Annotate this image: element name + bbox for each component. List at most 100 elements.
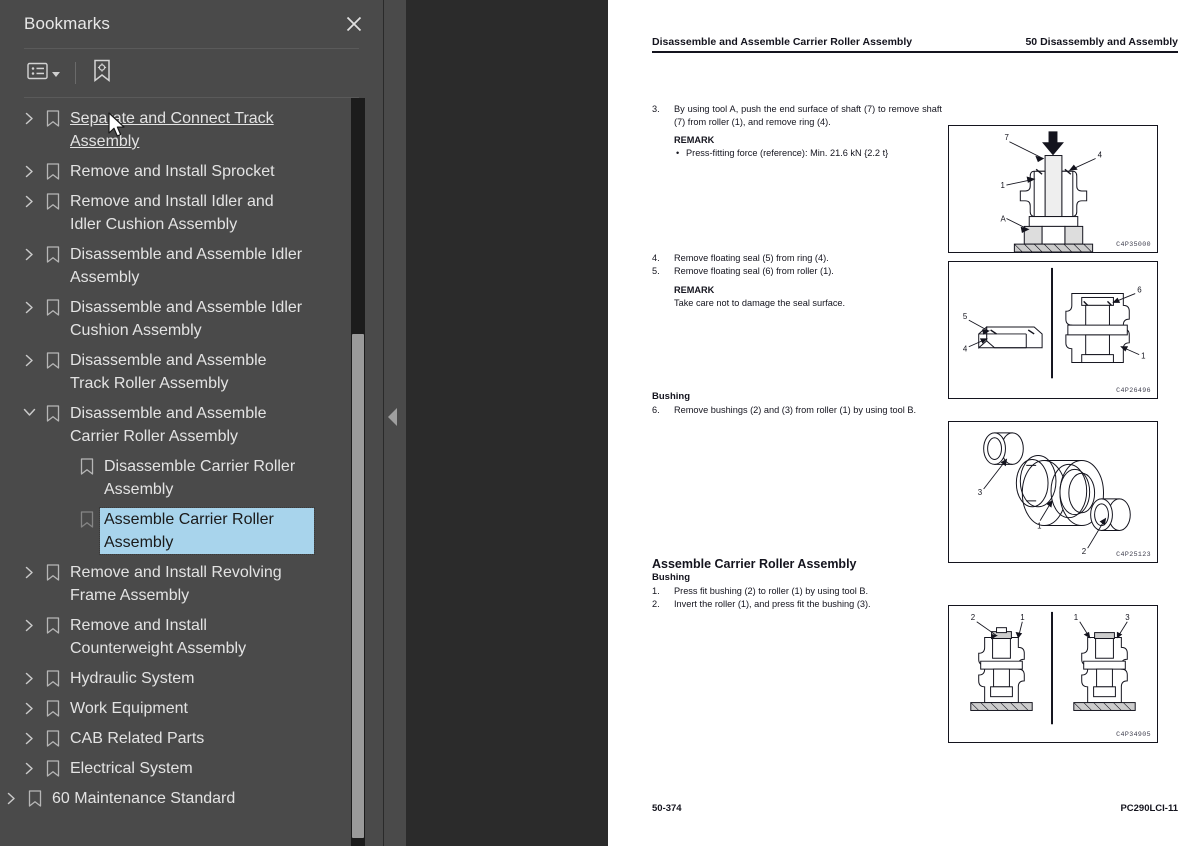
bookmark-item[interactable]: Disassemble and Assemble Carrier Roller …	[0, 399, 353, 452]
bushing-heading: Bushing	[652, 391, 690, 402]
figure-code: C4P34905	[1116, 731, 1151, 738]
bookmark-icon	[22, 787, 48, 807]
svg-text:3: 3	[978, 488, 983, 497]
bookmarks-scrollbar-thumb[interactable]	[352, 334, 364, 838]
chevron-right-icon[interactable]	[18, 296, 40, 314]
bookmark-icon	[40, 349, 66, 369]
svg-text:6: 6	[1137, 286, 1142, 295]
step-number: 2.	[652, 599, 660, 609]
bookmark-label: Disassemble Carrier Roller Assembly	[104, 458, 296, 498]
bookmark-icon	[40, 160, 66, 180]
chevron-right-icon[interactable]	[18, 697, 40, 715]
bookmark-item[interactable]: Separate and Connect Track Assembly	[0, 104, 353, 157]
close-icon[interactable]	[341, 11, 367, 37]
twisty-placeholder	[52, 455, 74, 460]
bookmark-item[interactable]: CAB Related Parts	[0, 724, 353, 754]
bookmark-item[interactable]: Remove and Install Counterweight Assembl…	[0, 611, 353, 664]
bookmark-item[interactable]: Disassemble and Assemble Idler Assembly	[0, 240, 353, 293]
remark-heading: REMARK	[674, 284, 715, 295]
chevron-right-icon[interactable]	[0, 787, 22, 805]
list-options-icon	[27, 61, 49, 86]
bookmark-icon	[40, 727, 66, 747]
twisty-placeholder	[52, 508, 74, 513]
step-number: 5.	[652, 266, 660, 276]
bookmark-icon	[40, 296, 66, 316]
header-left-text: Disassemble and Assemble Carrier Roller …	[652, 36, 913, 48]
step-item: 1. Press fit bushing (2) to roller (1) b…	[652, 585, 942, 598]
bookmark-settings-icon	[91, 59, 113, 88]
bookmark-item[interactable]: Work Equipment	[0, 694, 353, 724]
bookmark-icon	[40, 614, 66, 634]
chevron-right-icon[interactable]	[18, 349, 40, 367]
step-text: Invert the roller (1), and press fit the…	[674, 599, 871, 609]
bookmark-icon	[40, 243, 66, 263]
chevron-down-icon[interactable]	[18, 402, 40, 418]
bookmark-item[interactable]: Assemble Carrier Roller Assembly	[0, 505, 353, 558]
svg-text:1: 1	[1020, 613, 1024, 622]
step-item: 5. Remove floating seal (6) from roller …	[652, 265, 942, 278]
svg-text:4: 4	[963, 345, 968, 354]
bookmark-item[interactable]: Disassemble and Assemble Track Roller As…	[0, 346, 353, 399]
figure-roller-bushings: 3 1 2 C4P25123	[948, 421, 1158, 563]
chevron-right-icon[interactable]	[18, 107, 40, 125]
remark-heading: REMARK	[674, 135, 715, 145]
bookmark-icon	[40, 190, 66, 210]
remark-bullet: Press-fitting force (reference): Min. 21…	[676, 147, 942, 160]
list-options-button[interactable]	[24, 57, 63, 90]
chevron-right-icon[interactable]	[18, 160, 40, 178]
caret-left-icon[interactable]	[388, 408, 397, 426]
bookmark-item[interactable]: Disassemble Carrier Roller Assembly	[0, 452, 353, 505]
svg-text:3: 3	[1125, 613, 1130, 622]
bookmark-icon	[40, 757, 66, 777]
step-text: By using tool A, push the end surface of…	[674, 104, 942, 127]
bookmarks-tree-container: Separate and Connect Track Assembly Remov…	[0, 98, 383, 846]
step-number: 3.	[652, 104, 660, 114]
bookmark-item[interactable]: Remove and Install Sprocket	[0, 157, 353, 187]
svg-text:1: 1	[1141, 352, 1145, 361]
chevron-right-icon[interactable]	[18, 727, 40, 745]
bookmark-icon	[40, 107, 66, 127]
bookmark-icon	[40, 667, 66, 687]
bookmark-label: 60 Maintenance Standard	[52, 790, 236, 807]
chevron-right-icon[interactable]	[18, 614, 40, 632]
bookmark-item[interactable]: Remove and Install Idler and Idler Cushi…	[0, 187, 353, 240]
chevron-right-icon[interactable]	[18, 561, 40, 579]
bookmark-item[interactable]: Electrical System	[0, 754, 353, 784]
step-number: 4.	[652, 252, 660, 263]
bookmark-label: Disassemble and Assemble Track Roller As…	[70, 352, 267, 392]
page-running-header: Disassemble and Assemble Carrier Roller …	[652, 0, 1178, 53]
bookmark-item[interactable]: Hydraulic System	[0, 664, 353, 694]
bookmark-label: Electrical System	[70, 760, 193, 777]
page-body: 3. By using tool A, push the end surface…	[652, 53, 1178, 743]
svg-text:5: 5	[963, 312, 968, 321]
svg-text:1: 1	[1037, 521, 1041, 530]
step-item: 6. Remove bushings (2) and (3) from roll…	[652, 404, 942, 417]
chevron-right-icon[interactable]	[18, 757, 40, 775]
step-number: 6.	[652, 405, 660, 415]
bookmark-label: Disassemble and Assemble Idler Assembly	[70, 246, 303, 286]
bookmark-item[interactable]: Disassemble and Assemble Idler Cushion A…	[0, 293, 353, 346]
bookmark-label: Remove and Install Sprocket	[70, 163, 275, 180]
chevron-right-icon[interactable]	[18, 190, 40, 208]
viewer-gutter	[384, 0, 608, 846]
step-text: Remove bushings (2) and (3) from roller …	[674, 405, 917, 415]
bookmark-label: Remove and Install Revolving Frame Assem…	[70, 564, 282, 604]
header-right-text: 50 Disassembly and Assembly	[1025, 36, 1178, 48]
figure-floating-seals: 5 4 6 1 C4P26496	[948, 261, 1158, 399]
chevron-right-icon[interactable]	[18, 243, 40, 261]
bookmark-label: Disassemble and Assemble Idler Cushion A…	[70, 299, 303, 339]
bookmark-label: Disassemble and Assemble Carrier Roller …	[70, 405, 267, 445]
svg-text:2: 2	[971, 613, 975, 622]
bookmark-item[interactable]: Remove and Install Revolving Frame Assem…	[0, 558, 353, 611]
bookmarks-panel: Bookmarks Separate and Connect Track Ass…	[0, 0, 384, 846]
document-page: Disassemble and Assemble Carrier Roller …	[608, 0, 1200, 846]
pdf-viewer-window: Bookmarks Separate and Connect Track Ass…	[0, 0, 1200, 846]
step-text: Remove floating seal (5) from ring (4).	[674, 252, 829, 263]
remark-text: Take care not to damage the seal surface…	[674, 297, 846, 308]
bushing-heading: Bushing	[652, 571, 690, 583]
chevron-right-icon[interactable]	[18, 667, 40, 685]
svg-text:2: 2	[1082, 547, 1086, 556]
step-item: 4. Remove floating seal (5) from ring (4…	[652, 252, 942, 265]
bookmark-settings-button[interactable]	[88, 55, 116, 92]
bookmark-item[interactable]: 60 Maintenance Standard	[0, 784, 353, 814]
